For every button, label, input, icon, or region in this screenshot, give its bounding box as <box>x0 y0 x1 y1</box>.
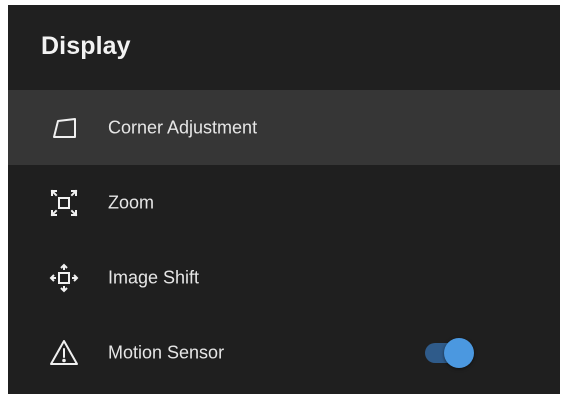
page-title: Display <box>41 32 131 60</box>
menu-item-corner-adjustment[interactable]: Corner Adjustment <box>8 90 560 165</box>
zoom-icon <box>48 187 80 219</box>
menu-item-motion-sensor[interactable]: Motion Sensor <box>8 315 560 390</box>
menu-item-label: Motion Sensor <box>108 342 225 362</box>
image-shift-icon <box>48 262 80 294</box>
menu-item-label: Corner Adjustment <box>108 117 258 137</box>
menu-item-image-shift[interactable]: Image Shift <box>8 240 560 315</box>
motion-sensor-toggle[interactable] <box>425 336 477 370</box>
menu-item-label: Zoom <box>108 192 155 212</box>
warning-icon <box>48 337 80 369</box>
corner-adjustment-icon <box>48 112 80 144</box>
menu-item-zoom[interactable]: Zoom <box>8 165 560 240</box>
display-settings-panel: Display Corner Adjustment Zoom Image Shi… <box>8 5 560 394</box>
toggle-knob <box>444 337 474 368</box>
display-menu: Corner Adjustment Zoom Image Shift Motio… <box>8 90 560 390</box>
panel-header: Display <box>8 5 560 90</box>
menu-item-label: Image Shift <box>108 267 200 287</box>
